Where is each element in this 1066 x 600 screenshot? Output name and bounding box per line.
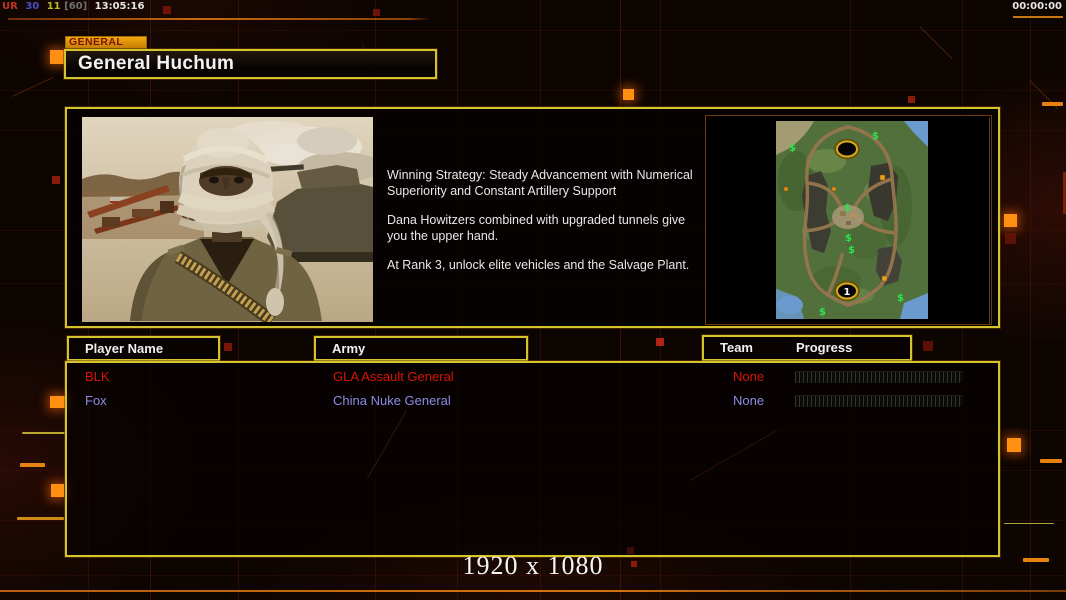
player-army: China Nuke General (333, 393, 451, 408)
progress-bar (795, 395, 963, 408)
status-segment: [60] (64, 1, 88, 12)
circuit-dash (17, 517, 64, 520)
svg-text:$: $ (819, 307, 826, 318)
column-header-army: Army (314, 336, 528, 361)
glow-square-decoration (1007, 438, 1021, 452)
general-tab-label: GENERAL (65, 36, 147, 49)
status-clock: 13:05:16 (94, 1, 145, 12)
resolution-label: 1920 x 1080 (462, 551, 604, 580)
svg-text:$: $ (848, 245, 855, 256)
glow-square-decoration (623, 89, 634, 100)
circuit-diagonal (690, 430, 778, 481)
svg-text:$: $ (897, 293, 904, 304)
node-square-decoration (908, 96, 915, 103)
minimap-edge-line (989, 118, 990, 324)
svg-text:$: $ (789, 143, 796, 154)
column-label: Player Name (85, 341, 164, 356)
players-list-panel: BLK GLA Assault General None Fox China N… (65, 361, 1000, 557)
circuit-diagonal (367, 410, 407, 479)
start-position-marker-top (834, 138, 860, 160)
glow-square-decoration (50, 396, 65, 408)
node-square-decoration (224, 343, 232, 351)
minimap: $ $ $ $ $ $ $ 1 (776, 121, 928, 319)
player-team: None (733, 393, 765, 408)
circuit-dash (1040, 459, 1062, 463)
circuit-line (8, 18, 430, 20)
circuit-dash (20, 463, 45, 467)
node-square-decoration (656, 338, 664, 346)
circuit-dash (22, 432, 65, 434)
player-team: None (733, 369, 765, 384)
strategy-line: At Rank 3, unlock elite vehicles and the… (387, 258, 690, 272)
node-square-decoration (373, 9, 380, 16)
circuit-line (1013, 16, 1063, 18)
debug-status-text: UR 30 11 [60] 13:05:16 (2, 1, 148, 12)
glow-square-decoration (50, 50, 64, 64)
strategy-line: Winning Strategy: Steady Advancement wit… (387, 168, 693, 198)
node-square-decoration (1005, 233, 1016, 244)
elapsed-timer: 00:00:00 (1012, 1, 1062, 12)
progress-bar (795, 371, 963, 384)
player-army: GLA Assault General (333, 369, 454, 384)
column-label: Progress (796, 340, 853, 355)
node-square-decoration (163, 6, 171, 14)
node-square-decoration (52, 176, 60, 184)
player-name: Fox (85, 393, 107, 408)
status-segment: 11 (46, 1, 61, 12)
column-label: Army (332, 341, 366, 356)
svg-text:$: $ (844, 203, 851, 214)
general-portrait (82, 117, 382, 327)
loading-screen: UR 30 11 [60] 13:05:16 00:00:00 GENERAL … (0, 0, 1066, 600)
svg-text:$: $ (872, 131, 879, 142)
general-portrait-image (82, 117, 382, 327)
svg-text:$: $ (845, 233, 852, 244)
status-segment: UR (2, 1, 18, 12)
player-row: Fox China Nuke General None (67, 393, 998, 413)
start-position-marker-1: 1 (834, 280, 860, 302)
circuit-dash (1042, 102, 1063, 106)
player-row: BLK GLA Assault General None (67, 369, 998, 389)
glow-square-decoration (1004, 214, 1017, 227)
general-name: General Huchum (78, 53, 235, 74)
glow-square-decoration (51, 484, 64, 497)
svg-text:1: 1 (844, 287, 851, 298)
grid-line (0, 90, 1066, 91)
circuit-dash (1004, 523, 1054, 524)
strategy-briefing: Winning Strategy: Steady Advancement wit… (387, 167, 705, 286)
minimap-panel: $ $ $ $ $ $ $ 1 (705, 115, 992, 325)
node-square-decoration (923, 341, 933, 351)
circuit-line (0, 590, 1066, 592)
player-name: BLK (85, 369, 110, 384)
column-header-team-progress: Team Progress (702, 335, 912, 361)
column-header-player-name: Player Name (67, 336, 220, 361)
general-info-panel: Winning Strategy: Steady Advancement wit… (65, 107, 1000, 328)
column-label: Team (720, 340, 753, 355)
strategy-line: Dana Howitzers combined with upgraded tu… (387, 213, 686, 243)
status-segment: 30 (25, 1, 40, 12)
general-title-box: General Huchum (64, 49, 437, 79)
grid-line (0, 30, 1066, 31)
